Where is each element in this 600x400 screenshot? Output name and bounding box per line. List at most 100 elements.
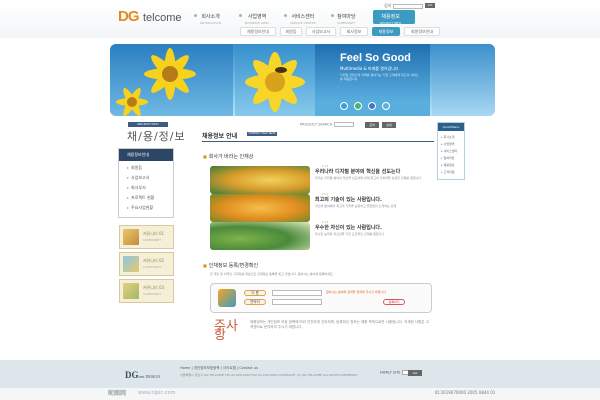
form-label-contact: 연락처 xyxy=(244,299,266,305)
subtabs: 채용정보안내 회원등 사업보고서 회사정보 채용정보 회원정보안내 xyxy=(240,27,470,37)
nav-label: 회사소개 xyxy=(201,14,220,20)
community-title: 커뮤니티 03 xyxy=(143,285,165,290)
page: DG telcome 회사소개 INFORMATION 사업영역 BUSINES… xyxy=(0,0,600,400)
left-menu-item[interactable]: 사업보고서 xyxy=(127,175,149,181)
banner-icon-3[interactable] xyxy=(368,102,376,110)
quick-menu-item[interactable]: 고객지원 xyxy=(441,170,455,174)
left-title: 채/용/정/보 xyxy=(127,130,186,143)
content-search-button[interactable]: 검색 xyxy=(365,122,379,128)
section-ideal-title: 회사가 바라는 인재상 xyxy=(203,153,254,160)
community-title: 커뮤니티 02 xyxy=(143,258,165,263)
form-submit-button[interactable]: 등록하기 xyxy=(383,299,405,305)
left-menu-header[interactable]: 채용정보안내 xyxy=(119,149,173,161)
ideal-photo-3 xyxy=(210,222,310,250)
subtab-3[interactable]: 사업보고서 xyxy=(306,27,336,36)
top-search-button[interactable]: GO xyxy=(425,3,435,8)
nav-dot-icon xyxy=(284,14,287,17)
register-form xyxy=(210,283,432,313)
register-icon xyxy=(218,289,236,307)
quick-menu-item[interactable]: 참여마당 xyxy=(441,156,455,160)
logo-suffix: telcome xyxy=(142,12,182,24)
left-menu-item[interactable]: 회사부서 xyxy=(127,185,146,191)
form-input-contact[interactable] xyxy=(272,299,322,305)
community-thumb xyxy=(123,283,139,299)
watermark-url: www.nipic.com xyxy=(138,390,176,396)
ideal-title-1: 우리나라 디지털 분야의 혁신을 선도는다 xyxy=(315,169,401,175)
quick-menu-item[interactable]: 사업영역 xyxy=(441,142,455,146)
left-menu-item[interactable]: 주요사업현황 xyxy=(127,205,153,211)
content-divider xyxy=(202,141,434,142)
nav-item-business[interactable]: 사업영역 BUSINESS AREA xyxy=(239,13,269,25)
community-sub: COMMUNITY xyxy=(143,238,162,242)
ideal-title-3: 우수한 자신이 있는 사람입니다. xyxy=(315,225,382,231)
banner-icon-1[interactable] xyxy=(340,102,348,110)
ideal-desc-1: 우리는 디지털 분야의 혁신을 선도하며 세계 최고의 기술력을 보유한 인재를… xyxy=(315,176,422,180)
nav-dot-icon xyxy=(194,14,197,17)
logo[interactable]: DG telcome xyxy=(118,8,198,28)
nav-label: 서비스센터 xyxy=(291,14,315,20)
quick-menu-title: QuickMenu xyxy=(438,123,464,131)
left-menu: 채용정보안내 회원등 사업보고서 회사부서 프로젝트 현황 주요사업현황 xyxy=(118,148,174,218)
subtab-2[interactable]: 회원등 xyxy=(280,27,302,36)
family-site-go-button[interactable]: GO xyxy=(408,370,422,376)
left-menu-item[interactable]: 회원등 xyxy=(127,165,142,171)
banner-photo-flowers xyxy=(110,44,233,116)
community-sub: COMMUNITY xyxy=(143,292,162,296)
top-search-label: 검색 xyxy=(384,3,392,8)
banner-headline: Feel So Good xyxy=(340,52,411,64)
form-input-name[interactable] xyxy=(272,290,322,296)
content-search-label: PRODUCT SEARCH xyxy=(300,122,333,127)
content-search-input[interactable] xyxy=(334,122,355,127)
content-title: 채용정보 안내 xyxy=(202,133,238,140)
nav-label: 채용정보 xyxy=(381,14,400,20)
watermark-id: ID:2619070000 2005 0844 01 xyxy=(435,390,496,395)
nav-item-recruit[interactable]: 채용정보 RECRUIT INFO xyxy=(380,13,401,25)
subtab-4[interactable]: 회사정보 xyxy=(340,27,368,36)
bee-flower-image xyxy=(245,52,305,112)
footer-address: 서울특별시 강남구 DG TELCOME TEL 02-000-0000 FAX… xyxy=(180,373,358,377)
community-box-2[interactable]: 커뮤니티 02 COMMUNITY xyxy=(119,252,174,276)
notice-mark: 주사항 xyxy=(214,319,238,343)
nav-sublabel: COMMUNITY xyxy=(337,21,356,25)
quick-menu-item[interactable]: 서비스센터 xyxy=(441,149,458,153)
family-site-label: FAMILY SITE xyxy=(380,370,401,375)
quick-menu-item[interactable]: 채용정보 xyxy=(441,163,455,167)
footer-links[interactable]: Home | 개인정보보호정책 | 사이트맵 | Contact us xyxy=(180,366,258,371)
nav-label: 참여마당 xyxy=(337,14,356,20)
community-thumb xyxy=(123,256,139,272)
watermark-bar xyxy=(0,388,600,400)
content-detail-button[interactable]: 상세 xyxy=(382,122,396,128)
footer-logo: DGtent DESIGN xyxy=(125,370,160,380)
subtab-5[interactable]: 채용정보 xyxy=(372,27,400,36)
nav-sublabel: RECRUIT INFO xyxy=(380,21,402,25)
banner-icon-2[interactable] xyxy=(354,102,362,110)
form-label-name: 이 름 xyxy=(244,290,266,296)
content-title-badge: COMPANY HELP DESK xyxy=(247,132,277,136)
ideal-desc-2: 자신의 분야에서 최고의 기술을 보유하고 끊임없이 노력하는 인재 xyxy=(315,204,397,208)
top-search-input[interactable] xyxy=(393,3,424,9)
nav-item-service[interactable]: 서비스센터 SERVICE CENTER xyxy=(284,13,316,25)
nav-item-company[interactable]: 회사소개 INFORMATION xyxy=(194,13,221,25)
logo-prefix: DG xyxy=(118,8,139,25)
ideal-title-2: 최고의 기술이 있는 사람입니다. xyxy=(315,197,382,203)
nav-dot-icon xyxy=(239,14,242,17)
nav-item-community[interactable]: 참여마당 COMMUNITY xyxy=(331,13,356,25)
hero-banner: Feel So Good Multimedia & 미래를 열어갑니다 디지털 … xyxy=(110,44,495,116)
subtab-1[interactable]: 채용정보안내 xyxy=(240,27,276,36)
banner-icon-4[interactable] xyxy=(382,102,390,110)
ideal-photo-1 xyxy=(210,166,310,194)
community-box-1[interactable]: 커뮤니티 01 COMMUNITY xyxy=(119,225,174,249)
community-box-3[interactable]: 커뮤니티 03 COMMUNITY xyxy=(119,279,174,303)
nav-label: 사업영역 xyxy=(247,14,267,20)
content-search: PRODUCT SEARCH xyxy=(300,122,355,127)
ideal-photo-2 xyxy=(210,194,310,222)
footer-logo-small: tent DESIGN xyxy=(138,374,161,379)
subtab-6[interactable]: 회원정보안내 xyxy=(404,27,440,36)
notice-text: 채용정보는 개인정보 보호 정책에 따라 안전하게 관리되며, 등록하신 정보는… xyxy=(250,320,429,329)
community-thumb xyxy=(123,229,139,245)
left-tag: RECRUIT INFO xyxy=(128,122,168,127)
nav-dot-icon xyxy=(331,14,334,17)
left-menu-item[interactable]: 프로젝트 현황 xyxy=(127,195,154,201)
quick-menu-item[interactable]: 회사소개 xyxy=(441,135,455,139)
banner-subline: Multimedia & 미래를 열어갑니다 xyxy=(340,66,399,71)
